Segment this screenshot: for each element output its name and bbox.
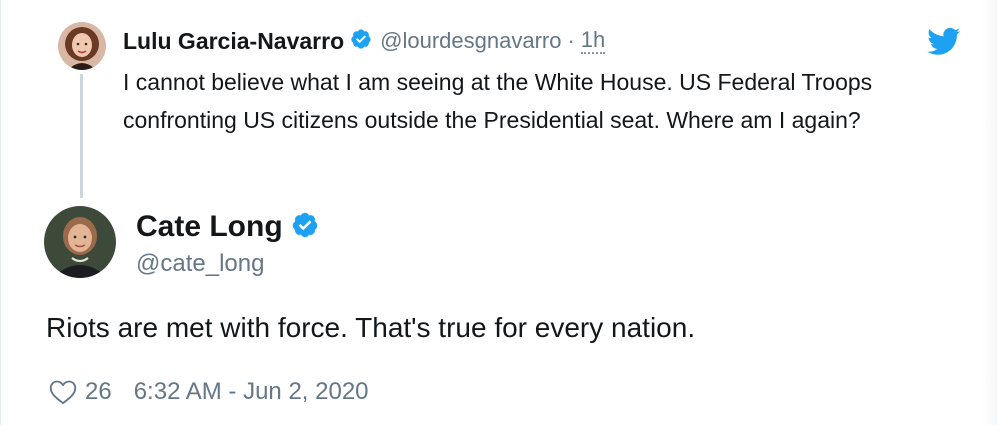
verified-badge-icon xyxy=(350,28,372,55)
like-count[interactable]: 26 xyxy=(85,378,112,406)
twitter-bird-icon[interactable] xyxy=(927,27,961,55)
main-tweet-header: Cate Long xyxy=(136,208,319,246)
parent-author-handle[interactable]: @lourdesgnavarro xyxy=(380,28,561,54)
thread-connector-line xyxy=(80,74,83,198)
parent-avatar[interactable] xyxy=(58,22,106,70)
main-avatar[interactable] xyxy=(44,206,116,278)
tweet-timestamp[interactable]: 6:32 AM - Jun 2, 2020 xyxy=(134,378,369,406)
main-author-name[interactable]: Cate Long xyxy=(136,210,283,244)
parent-tweet-header: Lulu Garcia-Navarro @lourdesgnavarro · 1… xyxy=(123,26,606,56)
main-author-handle[interactable]: @cate_long xyxy=(136,250,264,278)
main-tweet-text: Riots are met with force. That's true fo… xyxy=(46,312,696,343)
heart-icon[interactable] xyxy=(49,379,77,405)
right-edge-shade xyxy=(981,0,997,425)
separator-dot: · xyxy=(567,28,575,53)
verified-badge-icon xyxy=(291,211,319,244)
parent-author-name[interactable]: Lulu Garcia-Navarro xyxy=(123,28,344,55)
parent-tweet-text: I cannot believe what I am seeing at the… xyxy=(123,69,873,133)
parent-tweet-time[interactable]: 1h xyxy=(580,28,606,54)
embedded-tweet-card: Lulu Garcia-Navarro @lourdesgnavarro · 1… xyxy=(0,0,997,425)
tweet-footer: 26 6:32 AM - Jun 2, 2020 xyxy=(49,375,369,409)
